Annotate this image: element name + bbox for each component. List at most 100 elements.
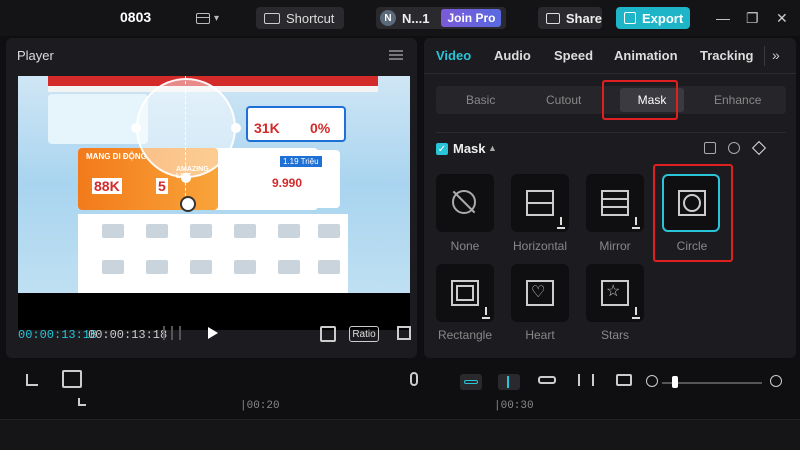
video-promo-card: 31K 0% [246,106,346,142]
price-2: 5 [156,178,168,194]
diamond-icon[interactable] [751,140,767,156]
product-thumb [318,224,340,238]
product-thumb [146,260,168,274]
keyframe-icon[interactable] [704,142,716,154]
microphone-icon[interactable] [410,372,418,386]
project-name[interactable]: 0803 [120,9,151,25]
zoom-slider-handle[interactable] [672,376,678,388]
mask-option-none[interactable] [436,174,494,232]
ruler-label: |00:30 [494,400,534,412]
timeline-ruler[interactable]: |00:20 |00:30 [0,396,800,420]
minimize-button[interactable]: — [716,10,730,26]
watch-price: 9.990 [272,176,303,190]
rotate-icon[interactable] [180,196,196,212]
zoom-out-icon[interactable] [646,375,658,387]
chain-icon[interactable] [538,376,556,384]
more-tabs-icon[interactable]: » [772,47,780,63]
tab-animation[interactable]: Animation [614,48,678,63]
mask-handle-right[interactable] [231,123,241,133]
snap-icon [507,376,509,388]
join-pro-button[interactable]: Join Pro [441,9,502,27]
avatar: N [380,10,396,26]
layout-button[interactable]: ▾ [196,10,232,26]
pro-feature-icon[interactable] [62,370,82,388]
user-name: N...1 [402,10,430,26]
keyboard-icon [264,12,280,24]
mirror-line-2 [601,206,629,208]
mask-handle-bottom[interactable] [181,173,191,183]
focus-icon[interactable] [320,326,336,342]
mask-option-rectangle[interactable] [436,264,494,322]
export-button[interactable]: Export [616,7,690,29]
menu-icon[interactable] [389,50,403,60]
reset-icon[interactable] [728,142,740,154]
heart-icon: ♡ [531,284,546,301]
layout-icon [196,12,210,24]
product-thumb [234,224,256,238]
split-icon[interactable] [578,374,594,386]
ratio-button[interactable]: Ratio [349,326,379,342]
shortcut-label: Shortcut [286,10,335,26]
crop-marker-icon [78,398,86,406]
zoom-in-icon[interactable] [770,375,782,387]
tab-tracking[interactable]: Tracking [700,48,753,63]
product-thumb [146,224,168,238]
crop-icon[interactable] [26,374,38,386]
video-header-strip [48,76,378,86]
promo-percent: 0% [310,120,331,136]
top-bar: 0803 ▾ Shortcut N N...1 Join Pro Share E… [0,0,800,36]
preview-icon[interactable] [616,374,632,386]
chevron-down-icon: ▾ [214,12,220,24]
subtab-enhance[interactable]: Enhance [714,93,761,107]
timeline-track-area[interactable] [0,420,800,450]
horizontal-line [526,202,554,204]
mask-option-heart[interactable]: ♡ [511,264,569,322]
app-window: 0803 ▾ Shortcut N N...1 Join Pro Share E… [0,0,800,450]
mask-option-horizontal[interactable] [511,174,569,232]
subtab-cutout[interactable]: Cutout [546,93,581,107]
fullscreen-icon[interactable] [397,326,411,340]
current-time: 00:00:13:18 [18,328,98,342]
mask-option-stars[interactable]: ☆ [586,264,644,322]
maximize-button[interactable]: ❐ [746,10,759,27]
download-icon [482,307,490,319]
mask-circle-overlay[interactable] [136,78,236,178]
tab-video[interactable]: Video [436,48,471,63]
download-icon [632,217,640,229]
video-viewport[interactable]: 31K 0% MANG DI ĐỘNG 88K 5 AMAZING LIFE 1… [18,76,410,330]
share-label: Share [565,10,602,26]
highlight-mask-tab [602,80,678,120]
snap-toggle[interactable] [498,374,520,390]
caret-up-icon[interactable]: ▲ [488,143,497,153]
video-frame: 31K 0% MANG DI ĐỘNG 88K 5 AMAZING LIFE 1… [18,76,410,293]
highlight-circle-option [653,164,733,262]
mask-section-header: ✓ Mask ▲ [436,140,786,160]
link-toggle[interactable] [460,374,482,390]
video-watch-card: 1.19 Triệu 9.990 [250,150,340,208]
user-chip[interactable]: N N...1 Join Pro [376,7,506,29]
option-label-stars: Stars [600,328,629,342]
mask-checkbox[interactable]: ✓ [436,143,448,155]
link-icon [464,380,478,384]
product-thumb [102,260,124,274]
mask-handle-left[interactable] [131,123,141,133]
product-thumb [190,260,212,274]
product-thumb [234,260,256,274]
total-time: 00:00:13:18 [88,328,168,342]
mirror-icon [601,190,629,216]
share-icon [546,12,560,24]
play-icon[interactable] [208,327,218,339]
share-button[interactable]: Share [538,7,602,29]
properties-panel: Video Audio Speed Animation Tracking » B… [424,38,796,358]
product-thumb [102,224,124,238]
grid-icon[interactable] [163,326,181,340]
tab-speed[interactable]: Speed [554,48,593,63]
export-label: Export [642,10,684,26]
mask-label: Mask [453,141,486,156]
subtab-basic[interactable]: Basic [466,93,495,107]
mask-option-mirror[interactable] [586,174,644,232]
close-button[interactable]: ✕ [776,10,788,27]
video-product-grid [78,214,348,293]
shortcut-button[interactable]: Shortcut [256,7,344,29]
tab-audio[interactable]: Audio [494,48,531,63]
